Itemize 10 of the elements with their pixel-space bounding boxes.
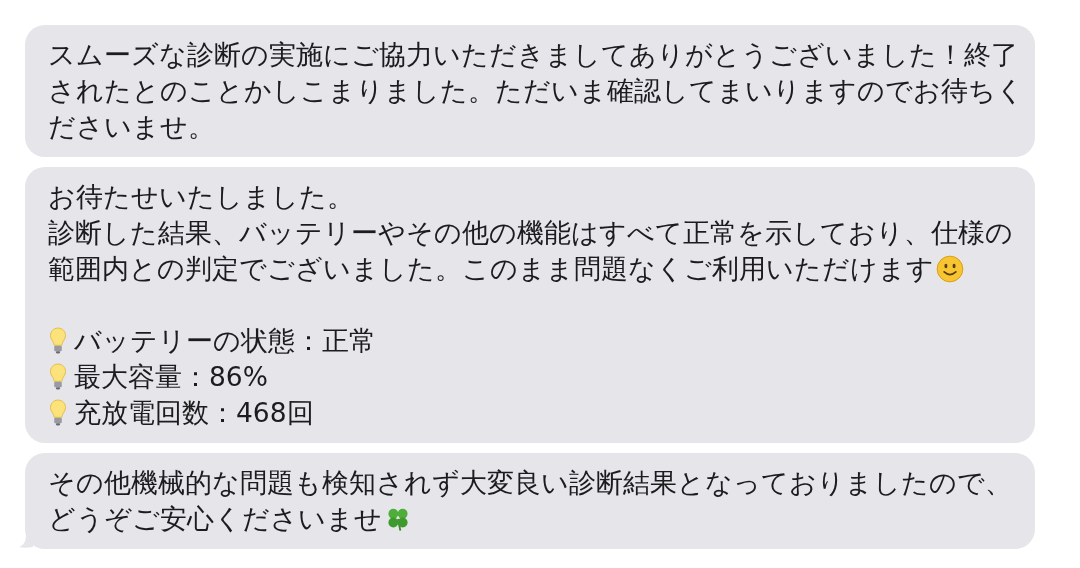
message-text: お待たせいたしました。 診断した結果、バッテリーやその他の機能はすべて正常を示しており、仕様の 範囲内との判定でございました。このまま問題なくご利用いただけます: [48, 180, 1013, 286]
message-text: その他機械的な問題も検知されず大変良い診断結果となっておりましたので、 どうぞご安心くださいませ: [48, 466, 1013, 536]
list-item-text: バッテリーの状態：正常: [74, 324, 376, 358]
list-item-text: 最大容量：86%: [74, 360, 268, 394]
message-text: スムーズな診断の実施にご協力いただきましてありがとうございました！終了 されたとのことかしこまりました。ただいま確認してまいりますのでお待ちく ださいませ。: [48, 38, 1013, 144]
lightbulb-icon: [48, 399, 68, 427]
lightbulb-icon: [48, 363, 68, 391]
list-item-text: 充放電回数：468回: [74, 396, 314, 430]
lightbulb-icon: [48, 327, 68, 355]
smiley-icon: [936, 255, 964, 283]
